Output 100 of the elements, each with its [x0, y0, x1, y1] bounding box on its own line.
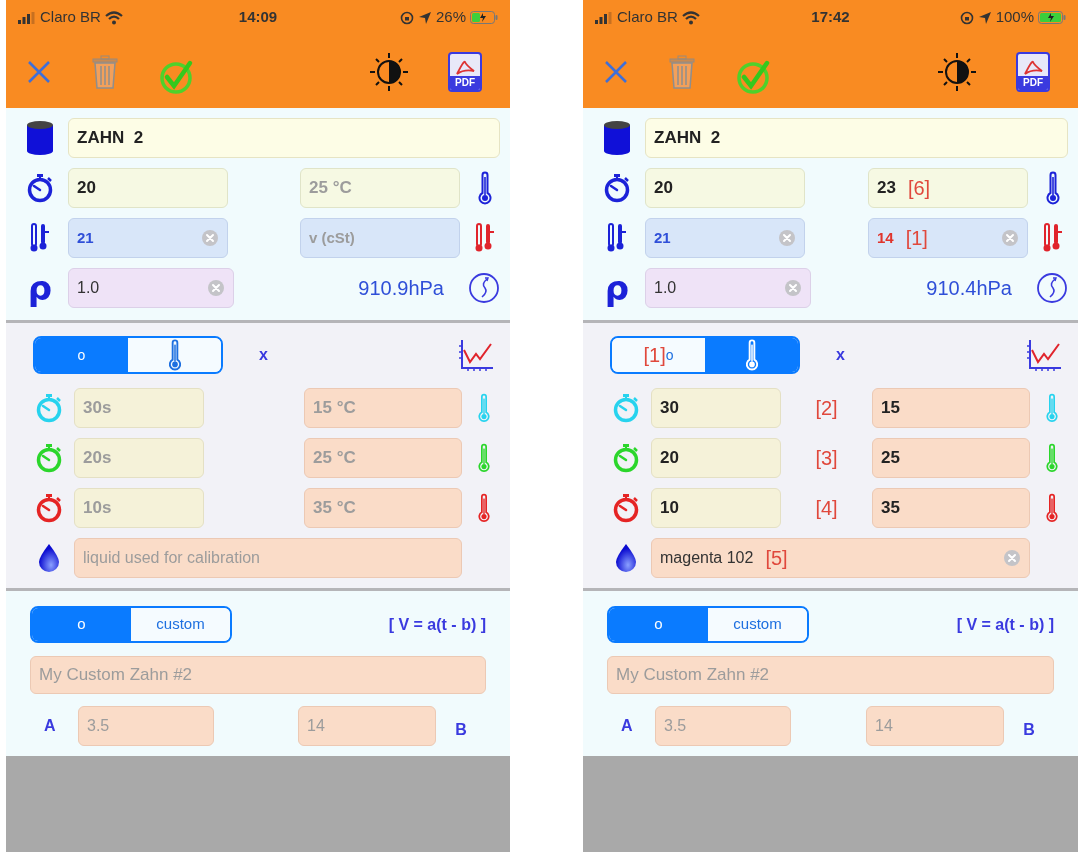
formula-text: [ V = a(t - b) ] [388, 614, 486, 635]
field-value: magenta 102 [660, 548, 754, 568]
segment-tab[interactable]: custom [708, 608, 807, 641]
field-value: 25 [881, 447, 900, 470]
input-field[interactable]: 23 [6] [868, 168, 1028, 208]
pdf-button[interactable]: PDF [1016, 51, 1050, 92]
altimeter-icon[interactable] [468, 272, 500, 304]
formula-text: [ V = a(t - b) ] [956, 614, 1054, 635]
drop-icon [37, 543, 61, 573]
thermometer-icon [478, 392, 490, 424]
segment-tab[interactable]: o [32, 608, 131, 641]
altimeter-icon[interactable] [1036, 272, 1068, 304]
input-field[interactable]: 15 [872, 388, 1030, 428]
thermometer-icon [166, 339, 183, 371]
input-field[interactable]: 25 °C [300, 168, 460, 208]
field-value: 20 [654, 177, 673, 200]
battery-percent: 26% [435, 7, 466, 28]
field-value: 30 [660, 397, 679, 420]
trash-icon[interactable] [669, 54, 695, 89]
input-field[interactable]: magenta 102 [5] [651, 538, 1030, 578]
close-icon[interactable] [26, 58, 52, 85]
thermometer-icon [1046, 171, 1060, 205]
segment-tab[interactable]: [1]o [612, 338, 705, 372]
input-field[interactable]: 21 [68, 218, 228, 258]
density-symbol: ρ [27, 271, 53, 305]
note-marker: [1] [905, 226, 928, 251]
a-label: A [43, 716, 57, 736]
clear-icon[interactable] [201, 229, 219, 247]
pressure-reading: 910.9hPa [358, 276, 444, 301]
field-value: 20 [660, 447, 679, 470]
clear-icon[interactable] [784, 279, 802, 297]
pdf-label: PDF [450, 75, 480, 90]
input-field[interactable]: 10s [74, 488, 204, 528]
placeholder-text: v (cSt) [309, 227, 355, 248]
pdf-button[interactable]: PDF [448, 51, 482, 92]
trash-icon[interactable] [92, 54, 118, 89]
input-field[interactable]: 35 [872, 488, 1030, 528]
field-value: 10 [660, 497, 679, 520]
placeholder-text: 3.5 [87, 716, 110, 736]
pressure-reading: 910.4hPa [926, 276, 1012, 301]
thermometer-icon [478, 492, 490, 524]
placeholder-text: liquid used for calibration [83, 548, 260, 568]
battery-percent: 100% [995, 7, 1034, 28]
checkmark-icon[interactable] [735, 58, 771, 95]
placeholder-text: 30s [83, 397, 112, 420]
input-field[interactable]: 10 [651, 488, 781, 528]
contrast-icon[interactable] [368, 50, 410, 93]
clear-icon[interactable] [1003, 549, 1021, 567]
input-field[interactable]: 20 [651, 438, 781, 478]
input-field[interactable]: 25 [872, 438, 1030, 478]
thermometer-icon [1046, 442, 1058, 474]
cylinder-icon [26, 120, 54, 156]
input-field[interactable]: 20s [74, 438, 204, 478]
thermometer-icon [478, 442, 490, 474]
input-field[interactable]: 21 [645, 218, 805, 258]
field-value: 15 [881, 397, 900, 420]
clear-icon[interactable] [1001, 229, 1019, 247]
segment-tab[interactable]: o [609, 608, 708, 641]
placeholder-text: 14 [875, 716, 893, 736]
checkmark-icon[interactable] [158, 58, 194, 95]
close-icon[interactable] [603, 58, 629, 85]
thermometer-tab[interactable] [128, 338, 221, 372]
contrast-icon[interactable] [936, 50, 978, 93]
input-field[interactable]: 30 [651, 388, 781, 428]
segment-tab[interactable]: o [35, 338, 128, 372]
thermometer-icon [743, 339, 760, 371]
placeholder-text: 3.5 [664, 716, 687, 736]
segment-tab[interactable]: custom [131, 608, 230, 641]
field-value: 21 [654, 227, 671, 248]
placeholder-text: 15 °C [313, 397, 356, 420]
input-field[interactable]: 14 [1] [868, 218, 1028, 258]
input-field[interactable]: 20 [68, 168, 228, 208]
input-field[interactable]: 1.0 [68, 268, 234, 308]
field-value: ZAHN 2 [77, 127, 144, 150]
input-field[interactable]: 30s [74, 388, 204, 428]
segment-label: o [665, 345, 674, 363]
a-label: A [620, 716, 634, 736]
location-icon [417, 10, 432, 25]
input-field[interactable]: 20 [645, 168, 805, 208]
placeholder-text: 35 °C [313, 497, 356, 520]
input-field[interactable]: 1.0 [645, 268, 811, 308]
clear-icon[interactable] [778, 229, 796, 247]
drop-icon [614, 543, 638, 573]
stopwatch-icon [602, 173, 632, 203]
carrier-name: Claro BR [617, 7, 678, 28]
field-value: 20 [77, 177, 96, 200]
line-chart-icon[interactable] [458, 338, 494, 372]
clear-icon[interactable] [207, 279, 225, 297]
segment-label: o [77, 345, 86, 365]
placeholder-text: 25 °C [313, 447, 356, 470]
field-value: 1.0 [77, 278, 100, 298]
input-field[interactable]: ZAHN 2 [68, 118, 500, 158]
note-marker: [6] [907, 176, 931, 201]
thermometer-tab[interactable] [705, 338, 798, 372]
b-label: B [454, 720, 468, 740]
location-icon [977, 10, 992, 25]
x-label: x [259, 345, 268, 365]
line-chart-icon[interactable] [1026, 338, 1062, 372]
thermometer-pair-icon [606, 222, 628, 254]
input-field[interactable]: ZAHN 2 [645, 118, 1068, 158]
